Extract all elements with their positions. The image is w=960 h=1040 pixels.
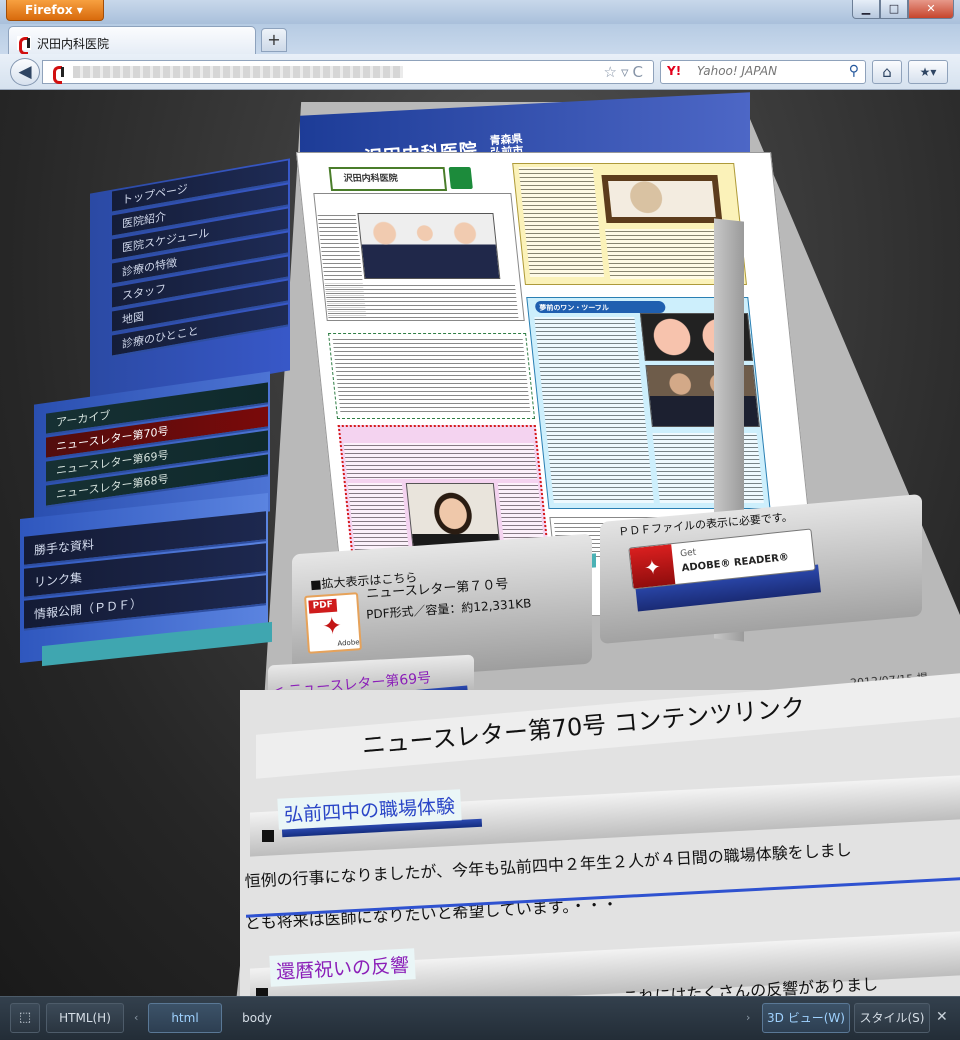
tab-title: 沢田内科医院 xyxy=(37,36,110,51)
new-tab-button[interactable]: + xyxy=(261,28,287,52)
3d-view-viewport[interactable]: トップページ 医院紹介 医院スケジュール 診療の特徴 スタッフ 地図 診療のひとこと アーカ… xyxy=(0,90,960,996)
3d-view-button[interactable]: 3D ビュー(W) xyxy=(762,1003,850,1033)
window-titlebar: Firefox ▾ ▁ □ ✕ xyxy=(0,0,960,24)
url-bar[interactable]: ☆▿C xyxy=(42,60,654,84)
bookmark-star-reload-icons[interactable]: ☆▿C xyxy=(604,63,647,81)
staff-photo xyxy=(357,213,501,279)
newsletter-logo-text: 沢田内科医院 xyxy=(343,174,399,184)
breadcrumb-html[interactable]: html xyxy=(148,1003,222,1033)
maximize-button[interactable]: □ xyxy=(880,0,908,19)
tab-bar: 沢田内科医院 + xyxy=(0,24,960,55)
search-engine-icon[interactable]: Y! xyxy=(667,64,681,78)
breadcrumb-scroll-right-icon[interactable]: › xyxy=(746,1011,750,1024)
pdf-file-icon[interactable]: PDF ✦ Adobe xyxy=(304,592,362,654)
home-button[interactable]: ⌂ xyxy=(872,60,902,84)
url-text-redacted[interactable] xyxy=(73,66,403,78)
firefox-menu-button[interactable]: Firefox ▾ xyxy=(6,0,104,21)
newsletter-text-lines xyxy=(343,443,538,479)
breadcrumb-scroll-left-icon[interactable]: ‹ xyxy=(134,1011,138,1024)
style-panel-button[interactable]: スタイル(S) xyxy=(854,1003,930,1033)
site-favicon-icon xyxy=(17,36,31,55)
newsletter-text-lines xyxy=(332,337,531,415)
search-input[interactable] xyxy=(697,64,837,78)
minimize-button[interactable]: ▁ xyxy=(852,0,880,19)
search-icon[interactable]: ⚲ xyxy=(849,63,859,79)
newsletter-text-lines xyxy=(518,167,605,277)
back-button[interactable]: ◀ xyxy=(10,58,40,86)
close-window-button[interactable]: ✕ xyxy=(908,0,954,19)
framed-artwork-photo xyxy=(601,175,723,223)
adobe-reader-icon: ✦ xyxy=(629,544,676,590)
navigation-toolbar: ◀ ☆▿C Y! ⚲ ⌂ ★▾ xyxy=(0,54,960,90)
devtools-toolbar: ⬚ HTML(H) ‹ html body › 3D ビュー(W) スタイル(S… xyxy=(0,996,960,1040)
window-controls: ▁ □ ✕ xyxy=(852,0,954,19)
adobe-reader-label: ADOBE® READER® xyxy=(681,552,790,575)
adobe-text: Adobe xyxy=(337,638,360,648)
close-devtools-icon[interactable]: ✕ xyxy=(936,1009,948,1025)
search-bar[interactable]: Y! ⚲ xyxy=(660,60,866,84)
inspect-element-button[interactable]: ⬚ xyxy=(10,1003,40,1033)
newsletter-badge-icon xyxy=(448,167,473,189)
top-menu-stack: トップページ 医院紹介 医院スケジュール 診療の特徴 スタッフ 地図 診療のひとこと xyxy=(112,160,288,359)
article-bullet-icon xyxy=(256,988,268,996)
tab-active[interactable]: 沢田内科医院 xyxy=(8,26,256,55)
acrobat-icon: ✦ xyxy=(321,611,344,641)
breadcrumb-body[interactable]: body xyxy=(218,1003,296,1033)
newsletter-text-lines xyxy=(652,433,764,503)
get-label: Get xyxy=(679,547,697,560)
article-bullet-icon xyxy=(262,830,274,842)
html-panel-button[interactable]: HTML(H) xyxy=(46,1003,124,1033)
newsletter-text-lines xyxy=(534,317,654,503)
bookmarks-menu-button[interactable]: ★▾ xyxy=(908,60,948,84)
url-favicon-icon xyxy=(51,65,65,84)
sidebar-menu: トップページ 医院紹介 医院スケジュール 診療の特徴 スタッフ 地図 診療のひとこと アーカ… xyxy=(20,158,300,667)
newsletter-text-lines xyxy=(324,283,519,319)
newsletter-ribbon-text: 夢前のワン・ツーフル xyxy=(538,304,610,312)
